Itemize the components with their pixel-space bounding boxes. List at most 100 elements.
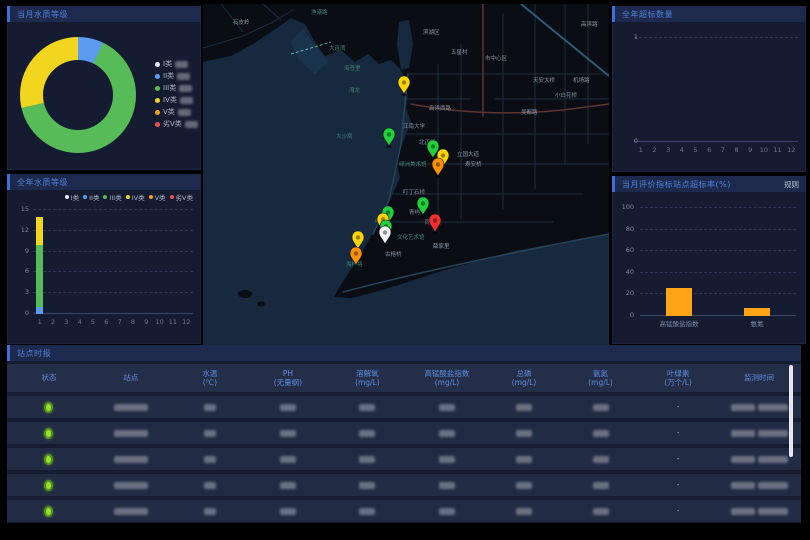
- table-row[interactable]: -: [7, 448, 801, 470]
- legend-item-II类[interactable]: II类: [83, 193, 99, 201]
- bar-segment-III类: [36, 245, 43, 307]
- redacted-date: [731, 430, 755, 437]
- redacted-value: [516, 482, 532, 489]
- y-tick-label: 0: [11, 309, 29, 317]
- cell-水温: [171, 482, 249, 489]
- stacked-bar-month-1[interactable]: [36, 210, 43, 314]
- legend-item-III类[interactable]: III类: [155, 82, 198, 94]
- map-place-label: 古榕桥: [385, 250, 402, 258]
- redacted-value: [177, 73, 190, 80]
- legend-item-III类[interactable]: III类: [103, 193, 121, 201]
- legend-dot: [155, 110, 160, 115]
- redacted-value: [114, 456, 148, 463]
- legend-dot: [155, 98, 160, 103]
- map-place-label: 青屿: [409, 208, 421, 216]
- col-unit: (mg/L): [435, 378, 460, 387]
- legend-item-II类[interactable]: II类: [155, 70, 198, 82]
- legend-item-IV类[interactable]: IV类: [155, 94, 198, 106]
- col-unit: (℃): [203, 378, 217, 387]
- map-place-label: 薛家里: [433, 242, 450, 250]
- map-island: [257, 302, 265, 307]
- grid-line: [33, 230, 193, 231]
- col-unit: (mg/L): [588, 378, 613, 387]
- redacted-value: [114, 404, 148, 411]
- redacted-value: [439, 430, 455, 437]
- rules-link[interactable]: 规则: [784, 179, 799, 190]
- map-place-label: 江南大学: [403, 122, 426, 130]
- legend-item-V类[interactable]: V类: [155, 106, 198, 118]
- legend-item-I类[interactable]: I类: [65, 193, 79, 201]
- redacted-value: [439, 482, 455, 489]
- redacted-value: [439, 404, 455, 411]
- redacted-value: [204, 404, 216, 411]
- redacted-time: [758, 456, 788, 463]
- panel-title: 当月水质等级: [17, 9, 68, 20]
- legend-item-劣V类[interactable]: 劣V类: [170, 193, 193, 201]
- map-canvas: 石皮岭渔港路高滨路滨湖区五星村市中心区大连湾海苍里湾龙天安大桥机场路小白花桥高滨…: [203, 4, 609, 345]
- rate-bar-氨氮[interactable]: [744, 308, 770, 316]
- map-island: [238, 290, 252, 298]
- legend-item-劣V类[interactable]: 劣V类: [155, 118, 198, 130]
- redacted-time: [758, 404, 788, 411]
- status-indicator-normal: [44, 402, 53, 413]
- rate-bar-高锰酸盐指数[interactable]: [666, 288, 692, 316]
- y-tick-label: 100: [616, 203, 634, 211]
- map-place-label: 吴都路: [521, 108, 538, 116]
- cell-站点: [91, 430, 171, 437]
- y-tick-label: 15: [11, 205, 29, 213]
- table-row[interactable]: -: [7, 396, 801, 418]
- y-tick-label: 6: [11, 267, 29, 275]
- annual-grade-plot: 03691215: [33, 210, 193, 314]
- legend-item-V类[interactable]: V类: [149, 193, 166, 201]
- y-tick-label: 60: [616, 246, 634, 254]
- legend-item-I类[interactable]: I类: [155, 58, 198, 70]
- panel-title: 当月评价指标站点超标率(%): [622, 179, 731, 190]
- legend-dot: [170, 195, 174, 199]
- table-row[interactable]: -: [7, 500, 801, 522]
- grid-line: [33, 251, 193, 252]
- map-place-label: 渔港路: [311, 8, 328, 16]
- redacted-value: [593, 508, 609, 515]
- redacted-value: [280, 508, 296, 515]
- map-place-label: 海苍里: [344, 64, 361, 72]
- redacted-value: [178, 109, 191, 116]
- x-tick-label: 10: [757, 146, 771, 154]
- rate-bar-label: 高锰酸盐指数: [660, 318, 699, 328]
- annual-xaxis: 123456789101112: [33, 318, 193, 326]
- table-header: 站点时报: [7, 345, 801, 361]
- x-tick-label: 7: [716, 146, 730, 154]
- table-row[interactable]: -: [7, 474, 801, 496]
- redacted-value: [516, 456, 532, 463]
- legend-label: IV类: [163, 95, 177, 105]
- legend-dot: [103, 195, 107, 199]
- pin-hole: [421, 201, 425, 205]
- table-scrollbar[interactable]: [789, 365, 793, 457]
- map-place-label: 滨湖区: [423, 28, 440, 36]
- status-indicator-normal: [44, 454, 53, 465]
- map[interactable]: 石皮岭渔港路高滨路滨湖区五星村市中心区大连湾海苍里湾龙天安大桥机场路小白花桥高滨…: [203, 4, 609, 345]
- status-indicator-normal: [44, 506, 53, 517]
- grid-line: [640, 250, 796, 251]
- redacted-value: [359, 456, 375, 463]
- x-tick-label: 4: [73, 318, 86, 326]
- redacted-value: [204, 430, 216, 437]
- legend-item-IV类[interactable]: IV类: [126, 193, 145, 201]
- table-column-header: 状态站点水温(℃)PH(无量纲)溶解氧(mg/L)高锰酸盐指数(mg/L)总磷(…: [7, 364, 801, 392]
- col-header-站点: 站点: [91, 373, 171, 382]
- cell-状态: [7, 506, 91, 517]
- cell-总磷: [486, 508, 562, 515]
- redacted-value: [280, 456, 296, 463]
- cell-溶解氧: [327, 430, 408, 437]
- redacted-value: [439, 456, 455, 463]
- x-tick-label: 2: [648, 146, 662, 154]
- col-header-叶绿素: 叶绿素(万个/L): [639, 369, 717, 388]
- redacted-time: [758, 430, 788, 437]
- panel-annual-grade-header: 全年水质等级: [7, 174, 201, 190]
- x-tick-label: 5: [689, 146, 703, 154]
- y-tick-label: 1: [620, 33, 638, 41]
- map-place-label: 五星村: [451, 48, 468, 56]
- cell-状态: [7, 454, 91, 465]
- cell-溶解氧: [327, 508, 408, 515]
- redacted-date: [731, 404, 755, 411]
- table-row[interactable]: -: [7, 422, 801, 444]
